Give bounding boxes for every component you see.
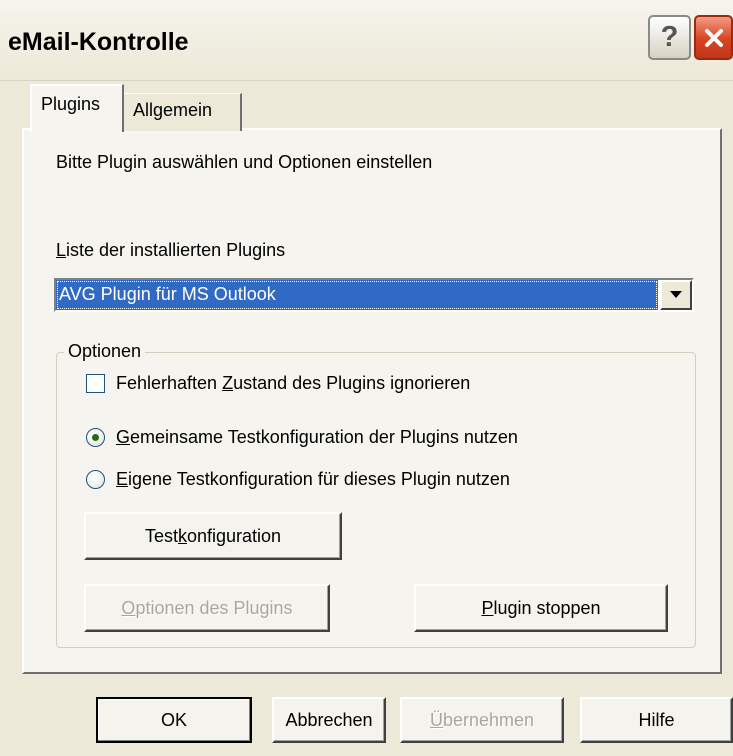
help-icon: ? xyxy=(660,21,679,53)
plugin-options-hotkey: O xyxy=(121,597,136,618)
own-config-hotkey: E xyxy=(116,469,129,489)
ignore-error-label-hotkey: Z xyxy=(222,373,234,393)
test-config-hotkey: k xyxy=(177,525,187,546)
chevron-down-icon xyxy=(670,291,682,298)
plugin-select[interactable]: AVG Plugin für MS Outlook xyxy=(54,278,694,312)
title-bar[interactable]: eMail-Kontrolle ? xyxy=(0,0,733,81)
ignore-error-label-before: Fehlerhaften xyxy=(116,373,223,393)
plugin-select-value[interactable]: AVG Plugin für MS Outlook xyxy=(56,280,658,310)
plugin-options-rest: ptionen des Plugins xyxy=(135,597,293,618)
plugin-options-button[interactable]: Optionen des Plugins xyxy=(84,584,330,632)
plugin-stop-rest: lugin stoppen xyxy=(493,597,601,618)
tab-allgemein[interactable]: Allgemein xyxy=(124,93,242,131)
own-config-radio[interactable] xyxy=(86,470,105,489)
shared-config-rest: emeinsame Testkonfiguration der Plugins … xyxy=(130,427,518,447)
cancel-button[interactable]: Abbrechen xyxy=(272,697,386,743)
ok-button[interactable]: OK xyxy=(96,697,252,743)
help-footer-button[interactable]: Hilfe xyxy=(580,697,733,743)
ignore-error-label[interactable]: Fehlerhaften Zustand des Plugins ignorie… xyxy=(116,373,470,394)
ignore-error-label-after: ustand des Plugins ignorieren xyxy=(233,373,471,393)
plugin-list-label: Liste der installierten Plugins xyxy=(56,240,285,261)
own-config-label[interactable]: Eigene Testkonfiguration für dieses Plug… xyxy=(116,469,510,490)
ignore-error-checkbox[interactable] xyxy=(86,374,105,393)
tab-plugins[interactable]: Plugins xyxy=(30,84,124,132)
apply-rest: bernehmen xyxy=(442,709,535,730)
plugin-list-label-hotkey: L xyxy=(56,240,67,260)
window-title: eMail-Kontrolle xyxy=(8,28,189,56)
shared-config-radio[interactable] xyxy=(86,428,105,447)
own-config-rest: igene Testkonfiguration für dieses Plugi… xyxy=(128,469,510,489)
radio-selected-dot xyxy=(92,434,99,441)
options-group-legend: Optionen xyxy=(64,341,146,362)
test-config-after: onfiguration xyxy=(186,525,282,546)
test-configuration-button[interactable]: Test k onfiguration xyxy=(84,512,342,560)
instruction-text: Bitte Plugin auswählen und Optionen eins… xyxy=(56,152,433,172)
apply-hotkey: Ü xyxy=(429,709,443,730)
dialog-window: eMail-Kontrolle ? Plugins Allgemein Bitt… xyxy=(0,0,733,756)
plugin-list-label-rest: iste der installierten Plugins xyxy=(66,240,286,260)
close-button[interactable] xyxy=(694,15,733,60)
apply-button[interactable]: Übernehmen xyxy=(400,697,564,743)
close-icon xyxy=(704,28,723,47)
test-config-before: Test xyxy=(144,525,178,546)
help-button[interactable]: ? xyxy=(648,15,691,60)
plugin-stop-button[interactable]: Plugin stoppen xyxy=(414,584,668,632)
dropdown-button[interactable] xyxy=(660,280,692,310)
shared-config-hotkey: G xyxy=(116,427,131,447)
plugin-stop-hotkey: P xyxy=(481,597,494,618)
shared-config-label[interactable]: Gemeinsame Testkonfiguration der Plugins… xyxy=(116,427,518,448)
